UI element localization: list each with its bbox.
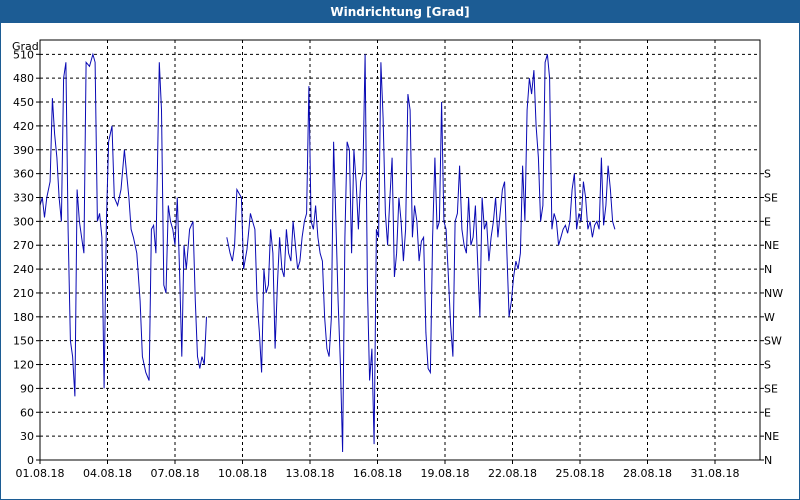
compass-label: S [764,168,771,181]
x-axis: 01.08.18 04.08.18 07.08.18 10.08.18 13.08.18… [16,460,740,480]
x-tick-label: 25.08.18 [556,467,605,480]
y-tick-label: 390 [13,144,34,157]
x-tick-label: 31.08.18 [691,467,740,480]
y-tick-label: 210 [13,287,34,300]
y-tick-label: 60 [20,406,34,419]
y-tick-label: 180 [13,311,34,324]
x-tick-label: 16.08.18 [353,467,402,480]
y-tick-label: 270 [13,239,34,252]
plot-area [39,39,761,461]
compass-label: NW [764,287,783,300]
x-tick-label: 07.08.18 [151,467,200,480]
x-tick-label: 22.08.18 [488,467,537,480]
x-tick-label: 28.08.18 [623,467,672,480]
compass-label: NE [764,239,779,252]
x-tick-label: 19.08.18 [421,467,470,480]
compass-label: SE [764,382,778,395]
compass-label: SW [764,335,782,348]
compass-label: S [764,359,771,372]
y-axis-left: 0 30 60 90 120 150 180 210 240 270 300 330 360 390 420… [13,48,40,467]
x-tick-label: 13.08.18 [286,467,335,480]
y-tick-label: 30 [20,430,34,443]
x-tick-label: 04.08.18 [83,467,132,480]
x-tick-label: 10.08.18 [218,467,267,480]
y-tick-label: 480 [13,72,34,85]
compass-label: E [764,406,771,419]
y-tick-label: 450 [13,96,34,109]
x-tick-label: 01.08.18 [16,467,65,480]
compass-label: NE [764,430,779,443]
y-tick-label: 300 [13,215,34,228]
y-tick-label: 420 [13,120,34,133]
y-tick-label: 510 [13,48,34,61]
compass-label: N [764,263,772,276]
compass-label: E [764,215,771,228]
y-tick-label: 360 [13,168,34,181]
y-tick-label: 120 [13,359,34,372]
compass-label: N [764,454,772,467]
y-axis-right: N NE E SE S SW W NW N NE E SE S [760,168,783,467]
line-chart: Grad 03060901201501802102402703003303603… [12,39,783,480]
wind-direction-line [39,52,616,453]
y-tick-label: 0 [27,454,34,467]
grid-lines [40,40,760,460]
y-tick-label: 240 [13,263,34,276]
compass-label: SE [764,192,778,205]
y-tick-label: 330 [13,192,34,205]
y-tick-label: 90 [20,382,34,395]
compass-label: W [764,311,775,324]
y-tick-label: 150 [13,335,34,348]
